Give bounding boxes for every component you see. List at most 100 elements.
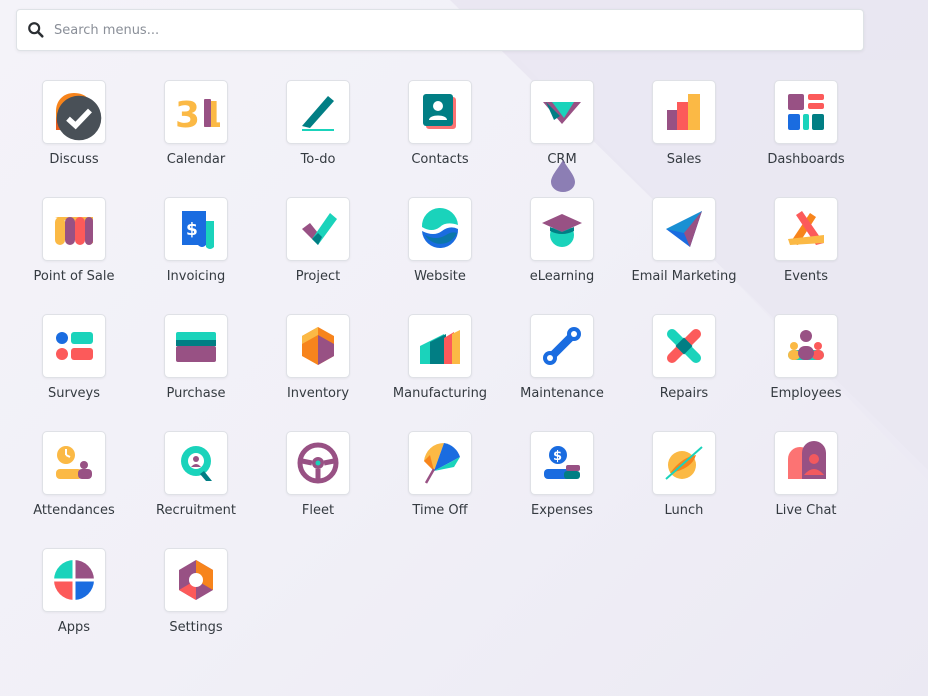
app-tile[interactable] (164, 548, 228, 612)
app-expenses[interactable]: $ Expenses (501, 431, 623, 531)
check-badge-icon (56, 95, 102, 141)
app-label: Website (414, 269, 466, 284)
app-dashboards[interactable]: Dashboards (745, 80, 867, 180)
app-tile[interactable] (286, 197, 350, 261)
app-employees[interactable]: Employees (745, 314, 867, 414)
app-manufacturing[interactable]: Manufacturing (379, 314, 501, 414)
invoicing-icon: $ (182, 211, 214, 249)
app-maintenance[interactable]: Maintenance (501, 314, 623, 414)
app-calendar[interactable]: 31 Calendar (135, 80, 257, 180)
app-point-of-sale[interactable]: Point of Sale (13, 197, 135, 297)
app-crm[interactable]: CRM (501, 80, 623, 180)
app-tile[interactable] (42, 431, 106, 495)
app-tile[interactable] (774, 80, 838, 144)
app-label: Employees (770, 386, 842, 401)
manufacturing-icon (420, 330, 460, 364)
app-tile[interactable] (286, 431, 350, 495)
app-tile[interactable] (42, 80, 106, 144)
search-bar[interactable] (16, 9, 864, 51)
events-icon (788, 211, 824, 245)
email-marketing-icon (666, 211, 702, 247)
app-label: Point of Sale (33, 269, 115, 284)
app-label: eLearning (529, 269, 595, 284)
app-label: Inventory (286, 386, 350, 401)
recruitment-icon (181, 446, 212, 481)
app-tile[interactable]: $ (164, 197, 228, 261)
app-project[interactable]: Project (257, 197, 379, 297)
settings-icon (179, 560, 213, 600)
app-tile[interactable] (530, 197, 594, 261)
app-tile[interactable] (408, 431, 472, 495)
app-label: Expenses (531, 503, 593, 518)
app-tile[interactable] (652, 80, 716, 144)
app-elearning[interactable]: eLearning (501, 197, 623, 297)
app-label: Surveys (48, 386, 100, 401)
apps-icon (54, 560, 94, 600)
app-events[interactable]: Events (745, 197, 867, 297)
app-tile[interactable] (774, 431, 838, 495)
app-tile[interactable]: $ (530, 431, 594, 495)
invoicing-glyph: $ (186, 220, 198, 240)
app-tile[interactable] (42, 197, 106, 261)
app-recruitment[interactable]: Recruitment (135, 431, 257, 531)
app-tile[interactable] (408, 314, 472, 378)
app-settings[interactable]: Settings (135, 548, 257, 648)
app-surveys[interactable]: Surveys (13, 314, 135, 414)
app-discuss[interactable]: Discuss (13, 80, 135, 180)
app-tile[interactable] (286, 80, 350, 144)
live-chat-icon (788, 441, 826, 479)
app-label: CRM (547, 152, 577, 167)
app-purchase[interactable]: Purchase (135, 314, 257, 414)
point-of-sale-icon (55, 217, 93, 245)
app-tile[interactable] (774, 197, 838, 261)
app-label: Invoicing (166, 269, 226, 284)
contacts-icon (423, 94, 456, 129)
app-contacts[interactable]: Contacts (379, 80, 501, 180)
app-tile[interactable] (408, 80, 472, 144)
search-input[interactable] (54, 22, 834, 38)
app-apps[interactable]: Apps (13, 548, 135, 648)
app-website[interactable]: Website (379, 197, 501, 297)
app-label: To-do (300, 152, 336, 167)
app-label: Apps (57, 620, 91, 635)
time-off-icon (424, 442, 460, 484)
app-label: Purchase (166, 386, 226, 401)
app-tile[interactable] (774, 314, 838, 378)
app-tile[interactable] (652, 431, 716, 495)
app-fleet[interactable]: Fleet (257, 431, 379, 531)
calendar-icon: 31 (175, 95, 220, 136)
app-inventory[interactable]: Inventory (257, 314, 379, 414)
app-todo[interactable]: To-do (257, 80, 379, 180)
repairs-icon (666, 328, 702, 364)
app-invoicing[interactable]: $ Invoicing (135, 197, 257, 297)
surveys-icon (56, 332, 93, 360)
app-label: Lunch (664, 503, 704, 518)
app-tile[interactable] (530, 314, 594, 378)
app-tile[interactable] (42, 548, 106, 612)
app-label: Maintenance (520, 386, 604, 401)
app-tile[interactable] (42, 314, 106, 378)
app-label: Repairs (659, 386, 709, 401)
app-attendances[interactable]: Attendances (13, 431, 135, 531)
app-label: Dashboards (767, 152, 845, 167)
app-tile[interactable] (164, 314, 228, 378)
app-time-off[interactable]: Time Off (379, 431, 501, 531)
app-tile[interactable] (652, 197, 716, 261)
app-tile[interactable] (286, 314, 350, 378)
crm-icon (543, 102, 581, 124)
app-tile[interactable] (652, 314, 716, 378)
app-tile[interactable]: 31 (164, 80, 228, 144)
app-tile[interactable] (530, 80, 594, 144)
inventory-icon (302, 327, 334, 365)
app-live-chat[interactable]: Live Chat (745, 431, 867, 531)
app-tile[interactable] (408, 197, 472, 261)
app-label: Recruitment (156, 503, 236, 518)
app-tile[interactable] (164, 431, 228, 495)
app-sales[interactable]: Sales (623, 80, 745, 180)
app-email-marketing[interactable]: Email Marketing (623, 197, 745, 297)
app-label: Fleet (301, 503, 335, 518)
app-lunch[interactable]: Lunch (623, 431, 745, 531)
app-repairs[interactable]: Repairs (623, 314, 745, 414)
dashboards-icon (788, 94, 824, 130)
elearning-icon (542, 214, 582, 247)
